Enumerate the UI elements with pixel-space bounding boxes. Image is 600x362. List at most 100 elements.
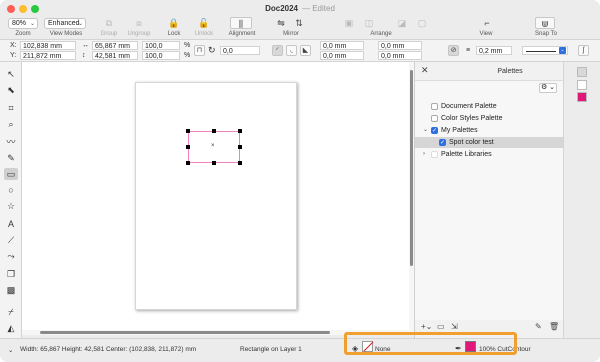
artistic-media-icon[interactable]: ✎ [4, 152, 18, 164]
lock-icon[interactable]: 🔒 [167, 17, 181, 29]
selection-handle[interactable] [238, 145, 242, 149]
mirror-horizontal-icon[interactable]: ⇋ [274, 17, 288, 29]
selection-handle[interactable] [186, 145, 190, 149]
outline-options-icon[interactable]: ʃ [578, 45, 589, 56]
rotation-field[interactable]: 0,0 [220, 46, 260, 55]
selection-handle[interactable] [212, 129, 216, 133]
ungroup-icon[interactable]: ⧈ [132, 17, 146, 29]
selection-handle[interactable] [238, 161, 242, 165]
zoom-window-button[interactable] [31, 5, 39, 13]
selection-handle[interactable] [238, 129, 242, 133]
interactive-fill-icon[interactable]: ◭ [4, 322, 18, 334]
edit-icon[interactable]: ✎ [535, 322, 542, 331]
list-item[interactable]: Document Palette [415, 101, 563, 112]
checkbox[interactable]: ✓ [439, 139, 446, 146]
arrange-front-icon[interactable]: ▣ [342, 17, 356, 29]
checkbox[interactable] [431, 115, 438, 122]
rectangle-tool-icon[interactable]: ▭ [4, 168, 18, 180]
rotate-icon: ↻ [208, 45, 216, 55]
freehand-tool-icon[interactable]: 〰 [4, 136, 18, 148]
corner-chamfer-icon[interactable]: ◣ [300, 45, 311, 56]
drawing-canvas[interactable]: × [22, 62, 414, 330]
minimize-window-button[interactable] [19, 5, 27, 13]
arrange-backward-icon[interactable]: ◪ [395, 17, 409, 29]
corner-scallop-icon[interactable]: ◟ [286, 45, 297, 56]
x-position-field[interactable]: 102,838 mm [20, 41, 76, 50]
corner-radius-3-field[interactable]: 0,0 mm [378, 41, 422, 50]
ellipse-tool-icon[interactable]: ○ [4, 184, 18, 196]
arrange-back-icon[interactable]: ▢ [415, 17, 429, 29]
eyedropper-icon[interactable]: ⌿ [4, 306, 18, 318]
document-page[interactable]: × [135, 82, 297, 310]
scale-outline-icon[interactable]: ⊘ [448, 45, 459, 56]
scroll-thumb[interactable] [410, 70, 413, 266]
palette-label: Color Styles Palette [441, 115, 503, 122]
connector-tool-icon[interactable]: ⤳ [4, 250, 18, 262]
corner-radius-2-field[interactable]: 0,0 mm [320, 51, 364, 60]
pick-tool-icon[interactable]: ↖ [4, 68, 18, 80]
list-item[interactable]: › Palette Libraries [415, 149, 563, 160]
list-item[interactable]: ⌄ ✓ My Palettes [415, 125, 563, 136]
selection-handle[interactable] [186, 161, 190, 165]
width-field[interactable]: 65,867 mm [92, 41, 138, 50]
mirror-vertical-icon[interactable]: ⇅ [292, 17, 306, 29]
corner-radius-1-field[interactable]: 0,0 mm [320, 41, 364, 50]
list-item[interactable]: ✓ Spot color test [415, 137, 563, 148]
group-icon[interactable]: ⧉ [102, 17, 116, 29]
chevron-right-icon[interactable]: › [423, 149, 425, 160]
y-position-field[interactable]: 211,872 mm [20, 51, 76, 60]
alignment-label: Alignment [228, 31, 256, 37]
list-item[interactable]: Color Styles Palette [415, 113, 563, 124]
scale-y-field[interactable]: 100,0 [142, 51, 180, 60]
shape-tool-icon[interactable]: ⬉ [4, 84, 18, 96]
add-icon[interactable]: +⌄ [421, 322, 432, 331]
selection-handle[interactable] [186, 129, 190, 133]
alignment-icon[interactable]: ⫼ [230, 17, 252, 29]
view-mode-select[interactable]: Enhanced ⌄ [44, 18, 86, 29]
docker-title: Palettes [497, 68, 523, 75]
text-tool-icon[interactable]: A [4, 218, 18, 230]
chevron-down-icon: ⌄ [559, 47, 566, 54]
chevron-down-icon[interactable]: ⌄ [8, 346, 13, 354]
no-color-swatch[interactable] [577, 80, 587, 90]
zoom-tool-icon[interactable]: ⌕ [4, 118, 18, 130]
palette-toggle-icon[interactable] [577, 67, 587, 77]
palette-label: My Palettes [441, 127, 478, 134]
import-icon[interactable]: ⇲ [451, 322, 458, 331]
transparency-icon[interactable]: ▩ [4, 284, 18, 296]
drop-shadow-icon[interactable]: ❐ [4, 268, 18, 280]
line-style-select[interactable]: ⌄ [522, 46, 568, 55]
checkbox[interactable] [431, 103, 438, 110]
line-style-preview [526, 51, 556, 52]
height-field[interactable]: 42,581 mm [92, 51, 138, 60]
close-icon[interactable]: ✕ [421, 65, 429, 76]
new-folder-icon[interactable]: ▭ [437, 322, 445, 331]
zoom-select[interactable]: 80% ⌄ [8, 18, 38, 29]
scroll-thumb[interactable] [40, 331, 330, 334]
checkbox[interactable] [431, 151, 438, 158]
corner-radius-4-field[interactable]: 0,0 mm [378, 51, 422, 60]
unlock-icon[interactable]: 🔓 [197, 17, 211, 29]
trash-icon[interactable]: 🗑 [549, 322, 559, 331]
polygon-tool-icon[interactable]: ☆ [4, 200, 18, 212]
gear-icon[interactable]: ⚙ ⌄ [539, 83, 557, 93]
unlock-label: Unlock [194, 31, 214, 37]
close-window-button[interactable] [7, 5, 15, 13]
dimension-readout: Width: 65,867 Height: 42,581 Center: (10… [20, 346, 197, 353]
crop-tool-icon[interactable]: ⌗ [4, 102, 18, 114]
lock-ratio-icon[interactable]: ⊓ [194, 45, 205, 56]
checkbox[interactable]: ✓ [431, 127, 438, 134]
color-swatch[interactable] [577, 92, 587, 102]
arrange-forward-icon[interactable]: ◫ [362, 17, 376, 29]
scale-x-field[interactable]: 100,0 [142, 41, 180, 50]
snap-icon[interactable]: ⋓ [535, 17, 555, 29]
selection-handle[interactable] [212, 161, 216, 165]
corner-round-icon[interactable]: ◜ [272, 45, 283, 56]
docker-tab-strip [563, 62, 600, 338]
outline-width-field[interactable]: 0,2 mm [476, 46, 512, 55]
parallel-dimension-icon[interactable]: ⟋ [4, 234, 18, 246]
view-icon[interactable]: ⌐ [480, 17, 494, 29]
x-label: X: [10, 42, 17, 49]
ungroup-label: Ungroup [127, 31, 151, 37]
chevron-down-icon[interactable]: ⌄ [423, 125, 428, 136]
